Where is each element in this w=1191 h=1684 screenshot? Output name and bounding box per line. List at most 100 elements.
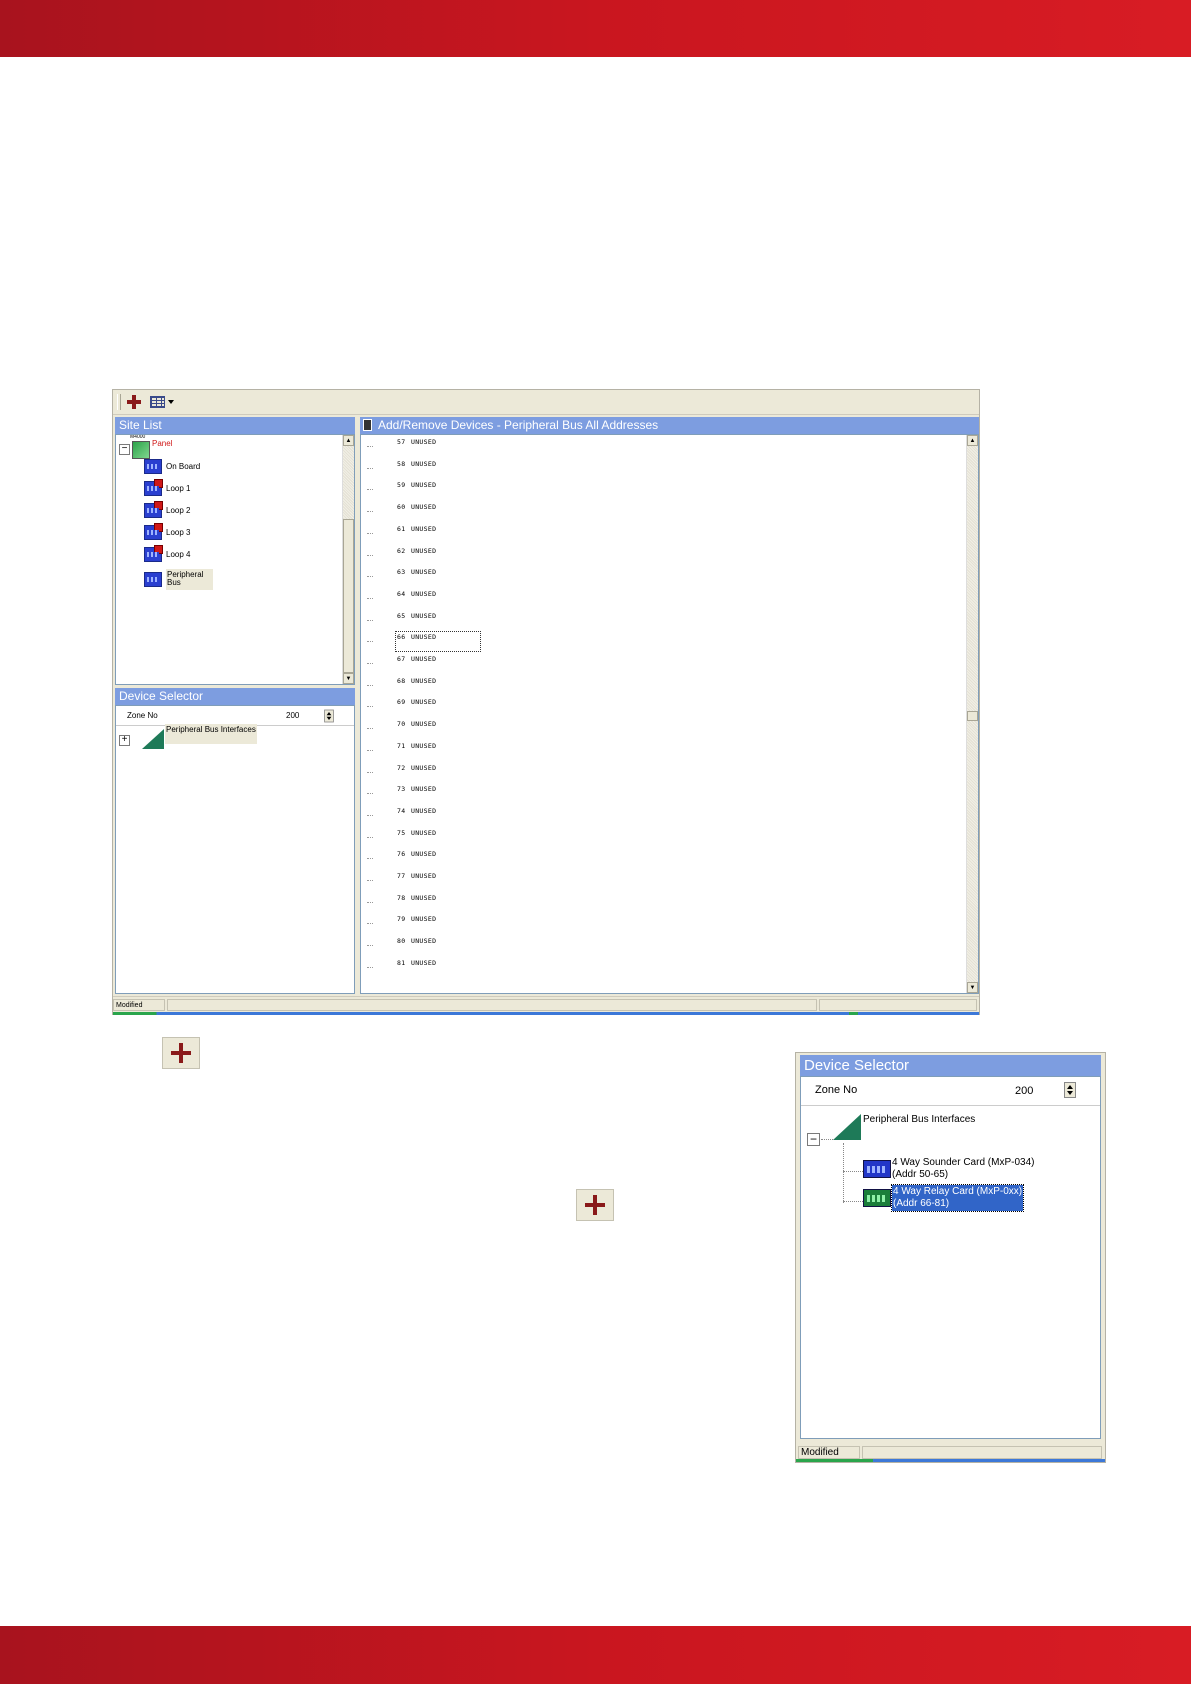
scroll-down-arrow[interactable]: ▼	[343, 673, 354, 684]
interfaces-icon	[142, 729, 164, 749]
tree-connector	[367, 749, 373, 751]
address-status: UNUSED	[411, 741, 437, 750]
site-list-scrollbar[interactable]: ▲ ▼	[342, 435, 354, 684]
inset-zone-spinner[interactable]	[1064, 1082, 1076, 1098]
address-number: 80	[397, 937, 406, 946]
tree-connector	[367, 554, 373, 556]
device-selector-title: Device Selector	[115, 688, 355, 705]
view-options-button[interactable]	[147, 392, 177, 412]
site-list-title: Site List	[115, 417, 355, 434]
ds-item-peripheral-bus-interfaces[interactable]: Peripheral Bus Interfaces	[142, 724, 257, 749]
address-status: UNUSED	[411, 524, 437, 533]
plus-icon	[127, 395, 141, 409]
tree-connector	[367, 771, 373, 773]
zone-value[interactable]: 200	[286, 711, 299, 720]
address-number: 65	[397, 611, 406, 620]
scroll-up-arrow[interactable]: ▲	[967, 435, 978, 446]
inset-zone-value[interactable]: 200	[1015, 1085, 1033, 1097]
address-number: 79	[397, 915, 406, 924]
loop-icon	[144, 545, 163, 562]
address-list-scrollbar[interactable]: ▲ ▼	[966, 435, 978, 993]
address-number: 63	[397, 568, 406, 577]
scroll-thumb[interactable]	[967, 711, 978, 721]
inset-item-sounder-card[interactable]: 4 Way Sounder Card (MxP-034) (Addr 50-65…	[863, 1157, 1034, 1181]
add-button-illustration[interactable]	[162, 1037, 200, 1069]
chevron-down-icon	[168, 400, 174, 404]
panel-icon: M4000	[130, 435, 150, 459]
address-number: 64	[397, 589, 406, 598]
grid-icon	[150, 396, 165, 408]
expand-peripheral-toggle[interactable]: +	[119, 735, 130, 746]
address-number: 60	[397, 503, 406, 512]
address-number: 72	[397, 763, 406, 772]
tree-item-onboard[interactable]: On Board	[144, 459, 200, 474]
tree-connector	[367, 576, 373, 578]
address-number: 59	[397, 481, 406, 490]
status-cell-middle	[167, 999, 817, 1011]
relay-card-icon	[863, 1189, 891, 1207]
plus-icon	[171, 1043, 191, 1063]
address-status: UNUSED	[411, 958, 437, 967]
tree-item-loop1[interactable]: Loop 1	[144, 479, 190, 496]
address-number: 69	[397, 698, 406, 707]
address-status: UNUSED	[411, 589, 437, 598]
toolbar-grip[interactable]	[117, 394, 121, 410]
tree-item-loop4[interactable]: Loop 4	[144, 545, 190, 562]
tree-connector	[367, 880, 373, 881]
header-band	[0, 0, 1191, 57]
address-status: UNUSED	[411, 937, 437, 946]
address-number: 58	[397, 459, 406, 468]
tree-connector	[367, 814, 373, 816]
tree-connector	[367, 511, 373, 513]
address-status: UNUSED	[411, 503, 437, 512]
address-number: 74	[397, 806, 406, 815]
address-status: UNUSED	[411, 568, 437, 577]
peripheral-bus-icon	[144, 572, 162, 587]
inset-zone-label: Zone No	[815, 1084, 858, 1096]
scroll-down-arrow[interactable]: ▼	[967, 982, 978, 993]
address-number: 62	[397, 546, 406, 555]
status-bar: Modified	[113, 996, 979, 1015]
tree-item-loop3[interactable]: Loop 3	[144, 523, 190, 540]
scroll-up-arrow[interactable]: ▲	[343, 435, 354, 446]
scroll-thumb[interactable]	[343, 519, 354, 673]
inset-status-line	[796, 1459, 1105, 1462]
inset-status-cell	[862, 1446, 1102, 1459]
address-status: UNUSED	[411, 720, 437, 729]
tree-connector	[367, 684, 373, 686]
tree-connector	[367, 901, 373, 903]
inset-group-peripheral-bus-interfaces[interactable]: Peripheral Bus Interfaces	[833, 1114, 975, 1140]
loop-icon	[144, 501, 163, 518]
address-number: 67	[397, 655, 406, 663]
main-title: Add/Remove Devices - Peripheral Bus All …	[360, 417, 979, 434]
site-list-tree: − M4000 Panel On Board Loop 1 Loop 2 Loo…	[115, 434, 355, 685]
tree-connector	[843, 1201, 863, 1202]
collapse-panel-toggle[interactable]: −	[119, 444, 130, 455]
address-status: UNUSED	[411, 828, 437, 837]
zone-spinner[interactable]	[324, 709, 334, 723]
zone-row: Zone No 200	[116, 706, 354, 726]
address-status: UNUSED	[411, 611, 437, 620]
inset-status-bar: Modified	[796, 1443, 1105, 1462]
add-button-illustration[interactable]	[576, 1189, 614, 1221]
address-number: 78	[397, 893, 406, 902]
tree-item-peripheral-bus[interactable]: Peripheral Bus	[144, 569, 213, 590]
tree-item-panel[interactable]: M4000 Panel	[130, 435, 172, 459]
device-selector-inset: Device Selector Zone No 200 − Peripheral…	[795, 1052, 1106, 1463]
selected-item: 4 Way Relay Card (MxP-0xx) (Addr 66-81)	[890, 1184, 1025, 1212]
inset-item-relay-card[interactable]: 4 Way Relay Card (MxP-0xx) (Addr 66-81)	[863, 1184, 1025, 1212]
tree-connector	[821, 1139, 833, 1140]
footer-band	[0, 1626, 1191, 1684]
address-status: UNUSED	[411, 546, 437, 555]
address-number: 57	[397, 438, 406, 446]
tree-item-loop2[interactable]: Loop 2	[144, 501, 190, 518]
onboard-icon	[144, 459, 162, 474]
status-text: Modified	[113, 999, 165, 1011]
tree-connector	[367, 532, 373, 534]
device-selector-pane: Zone No 200 + Peripheral Bus Interfaces	[115, 705, 355, 994]
address-number: 68	[397, 676, 406, 685]
collapse-interfaces-toggle[interactable]: −	[807, 1133, 820, 1146]
address-status: UNUSED	[411, 763, 437, 772]
add-device-button[interactable]	[125, 392, 143, 412]
tree-connector	[367, 641, 373, 643]
